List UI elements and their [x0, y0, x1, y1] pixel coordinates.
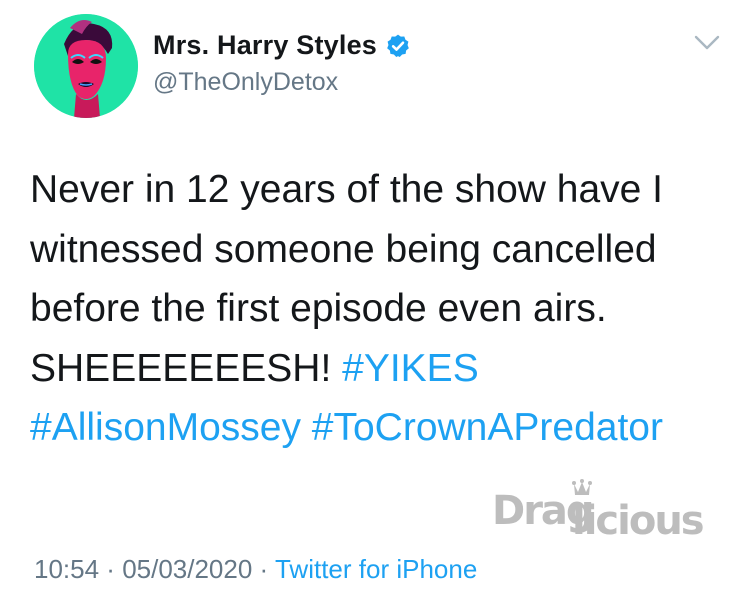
meta-separator: ·: [99, 554, 123, 584]
tweet-text-line: SHEEEEEEESH! #YIKES: [30, 339, 730, 399]
tweet-text-line: witnessed someone being cancelled: [30, 227, 657, 271]
author-display-name[interactable]: Mrs. Harry Styles: [153, 30, 377, 61]
tweet-text-segment: SHEEEEEEESH!: [30, 346, 343, 390]
hashtag-link-tocrownapredator[interactable]: #ToCrownAPredator: [312, 406, 663, 449]
tweet-card: Mrs. Harry Styles @TheOnlyDetox Never in…: [0, 0, 750, 600]
meta-separator: ·: [252, 554, 275, 584]
hashtag-link-allisonmossey[interactable]: #AllisonMossey: [30, 406, 301, 449]
hashtag-link-yikes[interactable]: #YIKES: [342, 347, 479, 390]
tweet-text-line: #AllisonMossey #ToCrownAPredator: [30, 398, 730, 458]
draglicious-watermark-logo: Drag licious: [492, 476, 724, 546]
tweet-time[interactable]: 10:54: [34, 554, 99, 584]
avatar-portrait-icon: [34, 14, 138, 118]
tweet-text-line: before the first episode even airs.: [30, 287, 607, 330]
verified-badge-icon: [385, 33, 411, 59]
chevron-down-icon[interactable]: [694, 34, 720, 52]
author-handle[interactable]: @TheOnlyDetox: [153, 68, 338, 97]
tweet-text-line: Never in 12 years of the show have I: [30, 168, 664, 211]
tweet-meta: 10:54 · 05/03/2020 · Twitter for iPhone: [34, 554, 477, 585]
tweet-source-link[interactable]: Twitter for iPhone: [275, 554, 477, 584]
avatar[interactable]: [34, 14, 138, 118]
tweet-text: Never in 12 years of the show have I wit…: [30, 160, 730, 458]
author-name-row[interactable]: Mrs. Harry Styles: [153, 30, 411, 61]
watermark-text-part2: licious: [572, 498, 703, 544]
tweet-date[interactable]: 05/03/2020: [122, 554, 252, 584]
